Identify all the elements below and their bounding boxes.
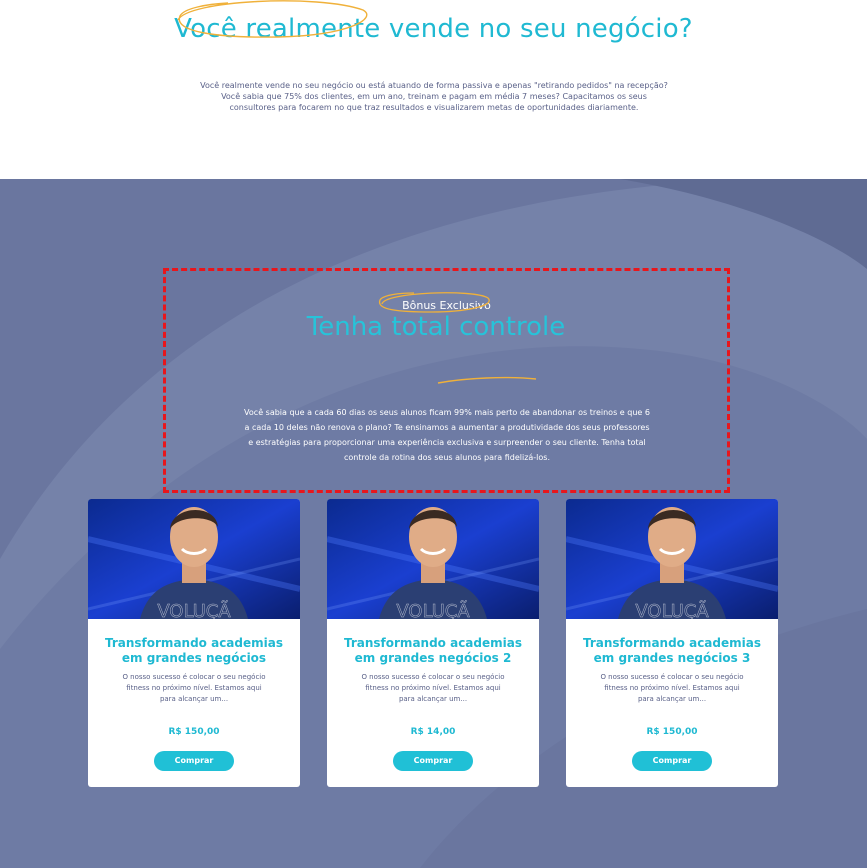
course-card-image: VOLUÇÃ [88, 499, 300, 619]
course-card-description: O nosso sucesso é colocar o seu negócio … [600, 673, 744, 703]
bonus-title: Tenha total controle [306, 312, 566, 342]
course-card[interactable]: VOLUÇÃ Transformando academias em grande… [88, 499, 300, 787]
course-card[interactable]: VOLUÇÃ Transformando academias em grande… [566, 499, 778, 787]
course-card-description: O nosso sucesso é colocar o seu negócio … [122, 673, 266, 703]
course-card-price: R$ 150,00 [168, 727, 220, 737]
intro-section: Você realmente vende no seu negócio? Voc… [0, 0, 867, 179]
course-card-description: O nosso sucesso é colocar o seu negócio … [361, 673, 505, 703]
buy-button[interactable]: Comprar [393, 751, 473, 771]
bonus-section: Bônus Exclusivo Tenha total controle Voc… [0, 179, 867, 868]
svg-text:VOLUÇÃ: VOLUÇÃ [635, 600, 709, 619]
hero-title-wrap: Você realmente vende no seu negócio? [0, 14, 867, 44]
course-card[interactable]: VOLUÇÃ Transformando academias em grande… [327, 499, 539, 787]
course-card-title[interactable]: Transformando academias em grandes negóc… [574, 636, 770, 666]
course-card-image: VOLUÇÃ [566, 499, 778, 619]
course-card-price: R$ 150,00 [646, 727, 698, 737]
bonus-highlight-box: Bônus Exclusivo Tenha total controle Voc… [163, 268, 730, 493]
hero-description: Você realmente vende no seu negócio ou e… [200, 81, 668, 112]
buy-button[interactable]: Comprar [632, 751, 712, 771]
underline-stroke-icon [437, 376, 537, 384]
hero-title: Você realmente vende no seu negócio? [174, 14, 693, 44]
svg-text:VOLUÇÃ: VOLUÇÃ [396, 600, 470, 619]
course-card-image: VOLUÇÃ [327, 499, 539, 619]
svg-text:VOLUÇÃ: VOLUÇÃ [157, 600, 231, 619]
course-card-title[interactable]: Transformando academias em grandes negóc… [96, 636, 292, 666]
bonus-description: Você sabia que a cada 60 dias os seus al… [244, 408, 650, 462]
course-card-price: R$ 14,00 [410, 727, 456, 737]
buy-button[interactable]: Comprar [154, 751, 234, 771]
course-card-title[interactable]: Transformando academias em grandes negóc… [335, 636, 531, 666]
